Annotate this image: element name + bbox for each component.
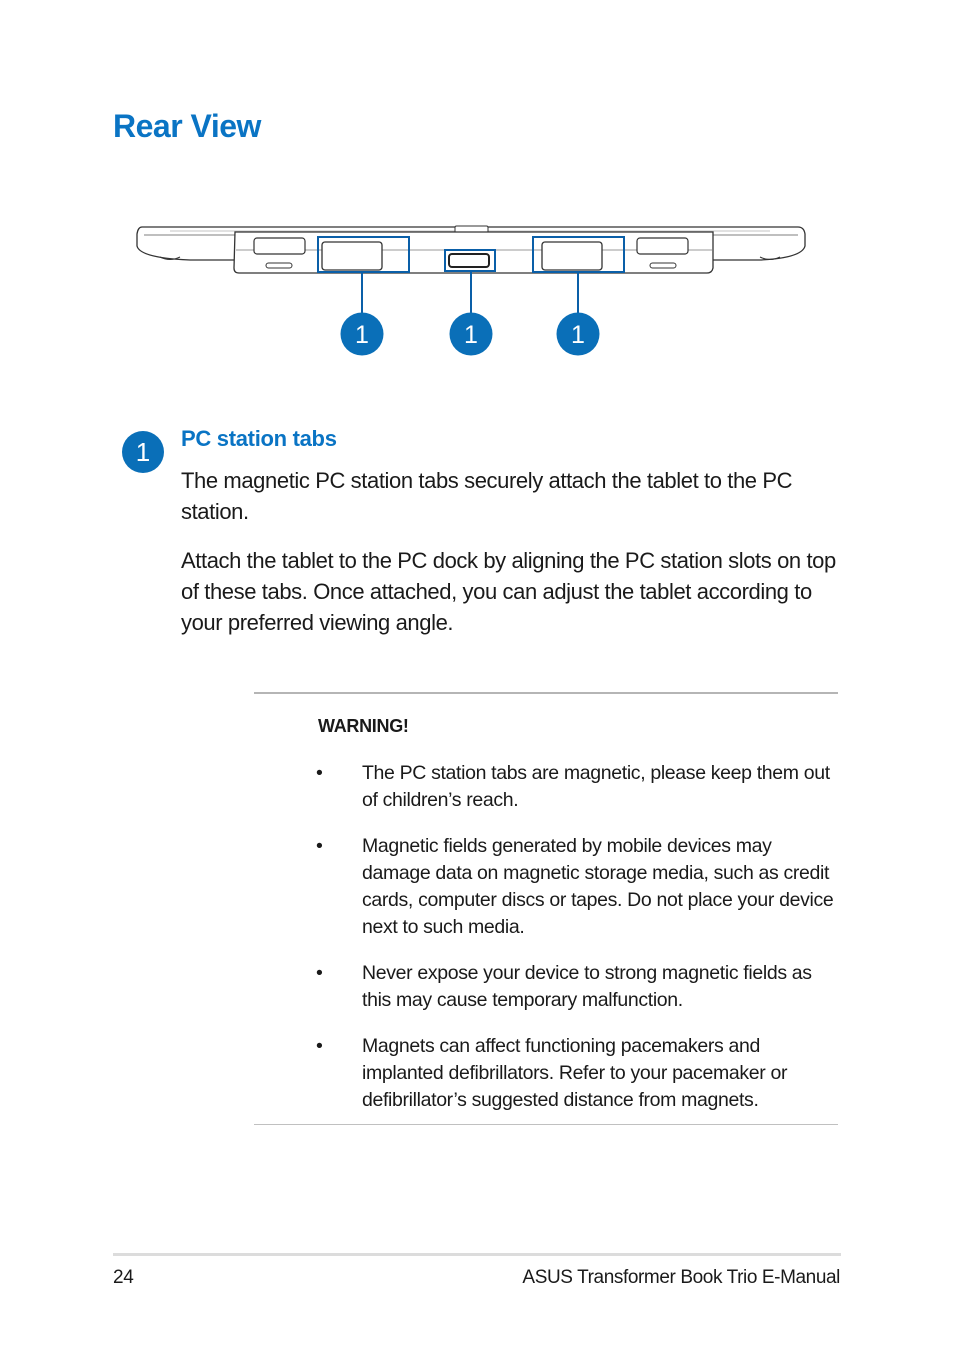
warning-item-text: The PC station tabs are magnetic, please…: [362, 762, 830, 811]
footer-divider: [113, 1253, 841, 1256]
callout-lines: [361, 271, 579, 316]
warning-item: • Never expose your device to strong mag…: [254, 960, 844, 1014]
svg-text:1: 1: [571, 321, 585, 349]
bullet-icon: •: [316, 835, 323, 857]
section-paragraph: The magnetic PC station tabs securely at…: [181, 468, 793, 524]
page-number: 24: [113, 1267, 134, 1288]
warning-item-text: Magnets can affect functioning pacemaker…: [362, 1035, 788, 1111]
warning-item: • The PC station tabs are magnetic, plea…: [254, 760, 844, 814]
callout-badge-1a: 1: [340, 312, 384, 356]
warning-item: • Magnets can affect functioning pacemak…: [254, 1033, 844, 1114]
manual-name: ASUS Transformer Book Trio E-Manual: [522, 1267, 840, 1288]
warning-item-text: Never expose your device to strong magne…: [362, 962, 812, 1011]
warning-list: • The PC station tabs are magnetic, plea…: [254, 760, 844, 1133]
page-title: Rear View: [113, 108, 261, 144]
callout-badge-1b: 1: [449, 312, 493, 356]
svg-text:1: 1: [464, 321, 478, 349]
section-number-badge: 1: [122, 431, 164, 473]
rear-view-diagram: 1 1 1: [136, 225, 806, 356]
warning-item-text: Magnetic fields generated by mobile devi…: [362, 835, 834, 938]
bullet-icon: •: [316, 762, 323, 784]
svg-text:1: 1: [355, 321, 369, 349]
warning-title: WARNING!: [318, 716, 409, 736]
warning-box: WARNING! • The PC station tabs are magne…: [254, 692, 838, 1125]
bullet-icon: •: [316, 962, 323, 984]
bullet-icon: •: [316, 1035, 323, 1057]
section-paragraph: Attach the tablet to the PC dock by alig…: [181, 548, 836, 635]
section-heading: PC station tabs: [181, 426, 337, 451]
warning-item: • Magnetic fields generated by mobile de…: [254, 833, 844, 941]
callout-badge-1c: 1: [556, 312, 600, 356]
